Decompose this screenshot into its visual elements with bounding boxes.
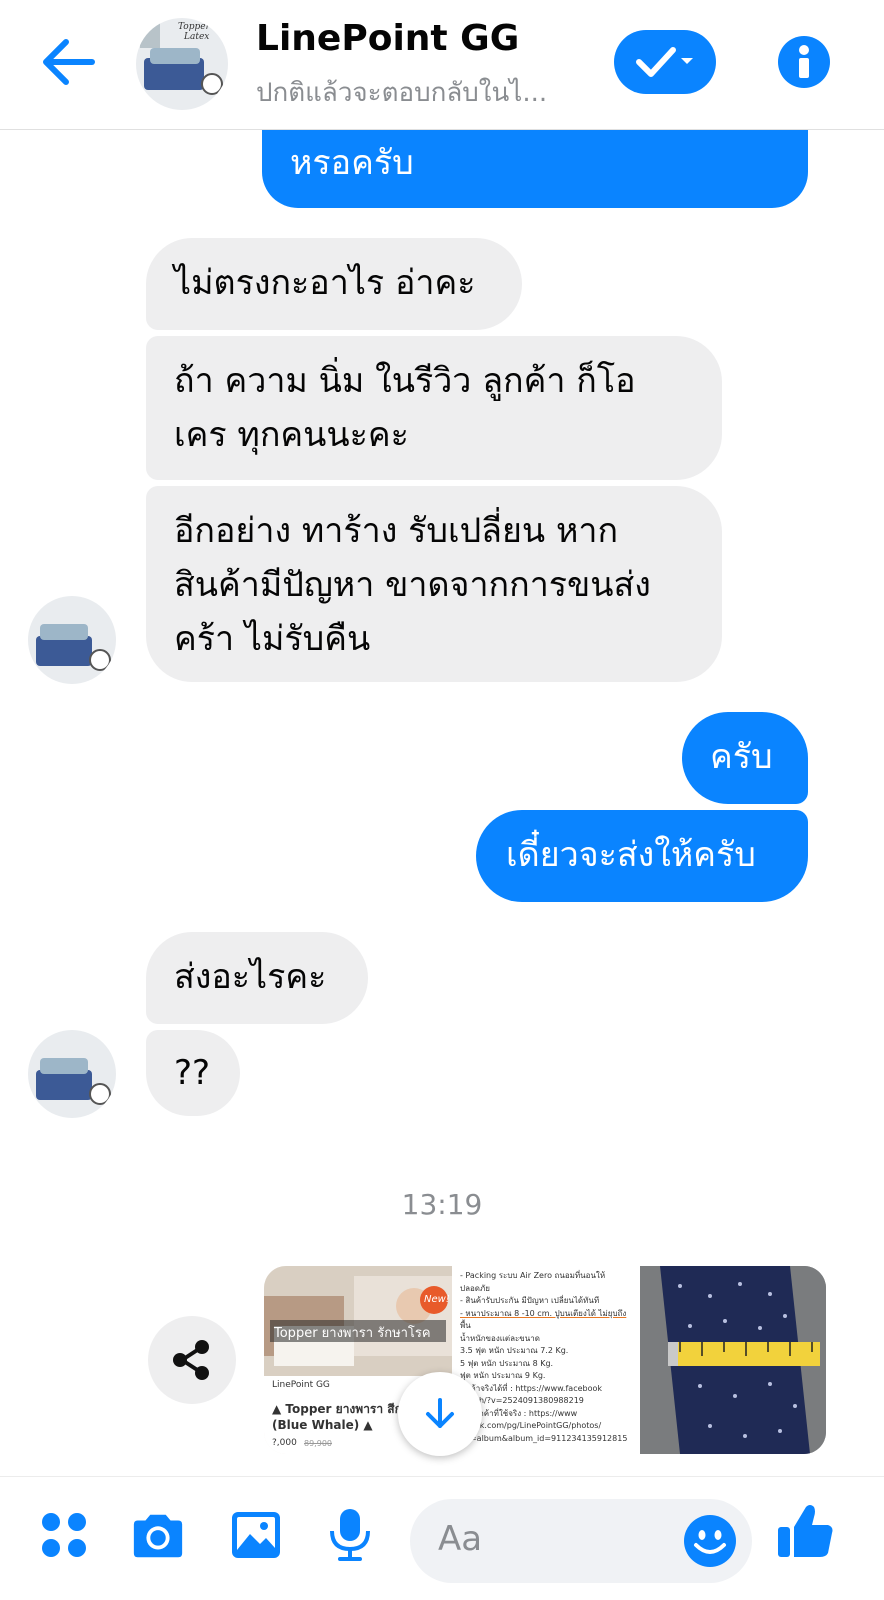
message-input-placeholder: Aa [438,1519,483,1559]
product-price: ?,000 [272,1438,297,1448]
composer-toolbar: Aa [0,1476,884,1600]
product-banner: Topper ยางพารา รักษาโรค [274,1326,431,1341]
incoming-message[interactable]: อีกอย่าง ทาร้าง รับเปลี่ยน หาก สินค้ามีป… [146,486,722,682]
voice-button[interactable] [322,1507,378,1563]
contact-avatar-small[interactable] [28,1030,116,1118]
avatar-text-latex: Latex [184,32,210,42]
message-text: ครับ [710,737,773,777]
message-text: ส่งอะไรคะ [174,957,327,997]
check-chevron-icon [636,47,693,77]
message-text: หรอครับ [290,143,414,183]
down-arrow-icon [426,1398,454,1428]
message-text: ไม่ตรงกะอาไร อ่าคะ [174,263,476,303]
thumbs-up-icon [778,1505,833,1557]
like-button[interactable] [774,1499,838,1563]
new-badge: New! [424,1294,450,1305]
message-text: ถ้า ความ นิ่ม ในรีวิว ลูกค้า ก็โอ [174,361,636,401]
conversation-header: Topper Latex LinePoint GG ปกติแล้วจะตอบก… [0,0,884,130]
product-old-price: 89,900 [304,1439,332,1448]
incoming-message[interactable]: ไม่ตรงกะอาไร อ่าคะ [146,238,522,330]
info-icon [799,45,809,78]
product-title: ▲ Topper ยางพารา สีก [272,1402,402,1416]
microphone-icon [330,1509,370,1561]
message-text: เดี๋ยวจะส่งให้ครับ [506,835,756,875]
emoji-button[interactable] [682,1513,738,1569]
message-text: เคร ทุกคนนะคะ [174,415,409,455]
avatar-text-topper: Topper [178,22,210,32]
image-icon [232,1512,280,1558]
message-text: สินค้ามีปัญหา ขาดจากการขนส่ง [174,565,651,605]
contact-name[interactable]: LinePoint GG [256,18,519,59]
scroll-to-bottom-button[interactable] [398,1372,482,1456]
outgoing-message[interactable]: เดี๋ยวจะส่งให้ครับ [476,810,808,902]
attachment-thumbnail-measure[interactable] [640,1266,826,1454]
back-arrow-icon [43,39,95,85]
apps-button[interactable] [36,1507,92,1563]
emoji-icon [684,1515,736,1567]
contact-avatar-small[interactable] [28,596,116,684]
message-text: อีกอย่าง ทาร้าง รับเปลี่ยน หาก [174,511,619,551]
info-button[interactable] [778,36,830,88]
gallery-button[interactable] [228,1507,284,1563]
camera-icon [133,1514,183,1558]
outgoing-message[interactable]: ครับ [682,712,808,804]
apps-grid-icon [42,1513,86,1557]
read-status-button[interactable] [614,30,716,94]
page-name: LinePoint GG [272,1380,330,1390]
message-text: คร้า ไม่รับคืน [174,619,371,659]
incoming-message[interactable]: ส่งอะไรคะ [146,932,368,1024]
message-text: ?? [174,1053,211,1093]
share-button[interactable] [148,1316,236,1404]
image-attachment[interactable]: New! Topper ยางพารา รักษาโรค LinePoint G… [264,1266,826,1454]
message-timestamp: 13:19 [401,1188,483,1221]
description-text: - Packing ระบบ Air Zero ถนอมที่นอนให้ ปล… [460,1271,628,1443]
attachment-thumbnail-description[interactable]: - Packing ระบบ Air Zero ถนอมที่นอนให้ ปล… [458,1266,634,1454]
back-button[interactable] [36,30,100,94]
contact-avatar[interactable]: Topper Latex [136,18,228,110]
message-input[interactable]: Aa [410,1499,752,1583]
share-icon [173,1340,209,1380]
contact-status: ปกติแล้วจะตอบกลับในไ... [256,78,548,108]
incoming-message[interactable]: ถ้า ความ นิ่ม ในรีวิว ลูกค้า ก็โอ เคร ทุ… [146,336,722,480]
product-subtitle: (Blue Whale) ▲ [272,1418,373,1432]
camera-button[interactable] [130,1507,186,1563]
incoming-message[interactable]: ?? [146,1030,240,1116]
